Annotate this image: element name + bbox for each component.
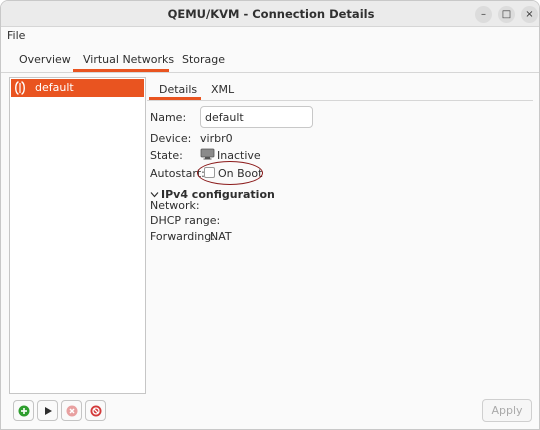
active-subtab-indicator xyxy=(149,97,201,100)
stop-network-button[interactable] xyxy=(61,400,82,421)
forwarding-label: Forwarding: xyxy=(150,230,215,243)
network-name-label: default xyxy=(35,81,74,94)
minimize-button[interactable]: – xyxy=(475,6,492,23)
name-field[interactable] xyxy=(200,106,313,128)
apply-button[interactable]: Apply xyxy=(482,399,532,422)
chevron-down-icon xyxy=(150,192,159,198)
name-label: Name: xyxy=(150,111,187,124)
tab-overview[interactable]: Overview xyxy=(19,53,71,66)
monitor-icon xyxy=(200,148,215,160)
stop-icon xyxy=(66,405,78,417)
device-value: virbr0 xyxy=(200,132,233,145)
tab-xml[interactable]: XML xyxy=(211,83,234,96)
window-title: QEMU/KVM - Connection Details xyxy=(167,7,375,21)
state-label: State: xyxy=(150,149,183,162)
add-network-icon xyxy=(18,405,30,417)
network-icon xyxy=(13,80,27,96)
tab-storage[interactable]: Storage xyxy=(182,53,225,66)
active-tab-indicator xyxy=(73,69,169,72)
connection-details-window: QEMU/KVM - Connection Details – □ × File… xyxy=(0,0,540,430)
dhcp-range-label: DHCP range: xyxy=(150,214,221,227)
tab-virtual-networks[interactable]: Virtual Networks xyxy=(83,53,174,66)
device-label: Device: xyxy=(150,132,192,145)
title-bar: QEMU/KVM - Connection Details – □ × xyxy=(1,1,539,27)
list-item-network-default[interactable]: default xyxy=(11,79,144,97)
network-list: default xyxy=(9,77,146,394)
tab-details[interactable]: Details xyxy=(159,83,197,96)
close-button[interactable]: × xyxy=(521,6,538,23)
delete-icon xyxy=(90,405,102,417)
delete-network-button[interactable] xyxy=(85,400,106,421)
maximize-button[interactable]: □ xyxy=(498,6,515,23)
detail-tabs: Details XML xyxy=(147,77,533,101)
start-network-button[interactable] xyxy=(37,400,58,421)
network-label: Network: xyxy=(150,199,200,212)
forwarding-value: NAT xyxy=(210,230,232,243)
annotation-ellipse xyxy=(197,161,263,185)
menu-file[interactable]: File xyxy=(7,29,25,42)
menu-bar: File xyxy=(1,27,539,46)
add-network-button[interactable] xyxy=(13,400,34,421)
start-icon xyxy=(45,407,52,415)
state-value: Inactive xyxy=(217,149,261,162)
name-input[interactable] xyxy=(203,109,310,125)
main-tabs: Overview Virtual Networks Storage xyxy=(1,47,539,73)
